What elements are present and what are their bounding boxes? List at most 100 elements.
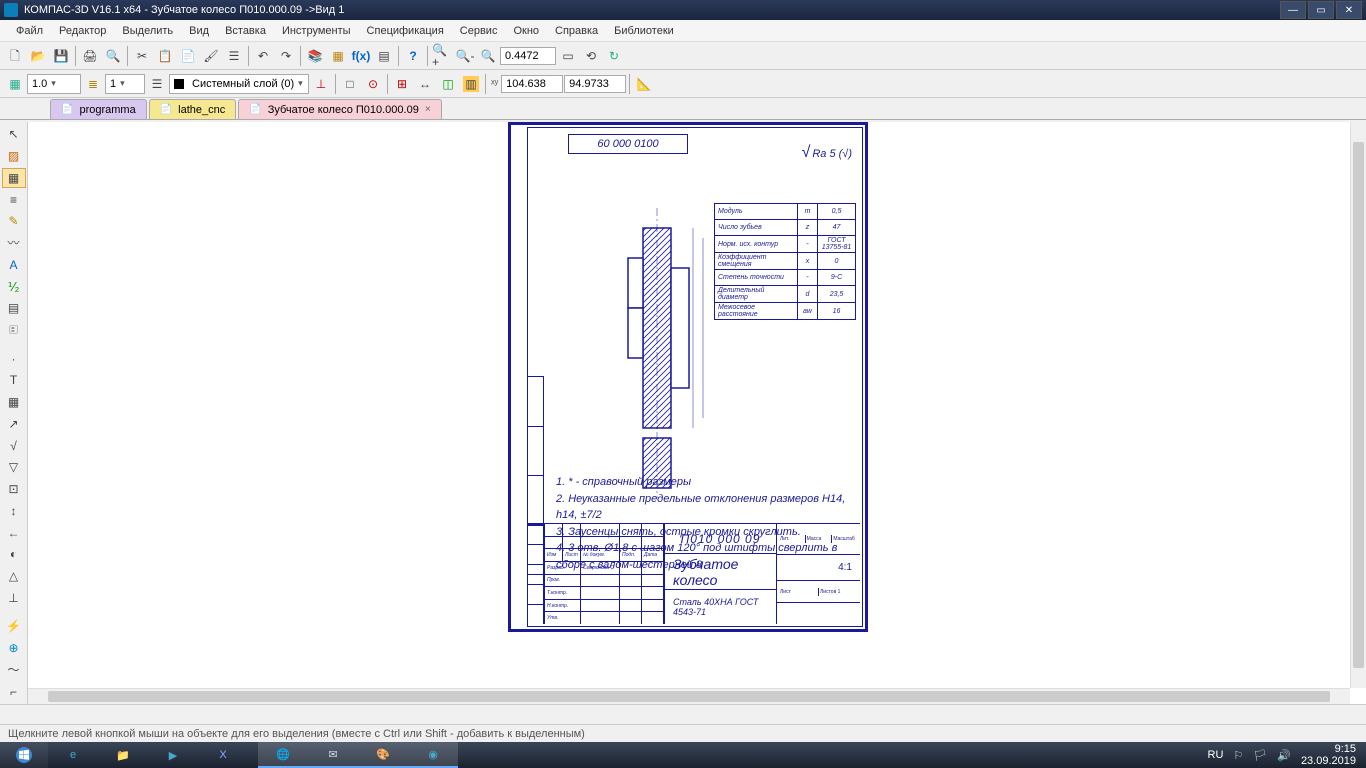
menu-help[interactable]: Справка <box>547 23 606 39</box>
step-combo[interactable]: 1.0 <box>27 74 81 94</box>
snap-toggle-button[interactable]: ⊞ <box>391 73 413 95</box>
tray-date[interactable]: 23.09.2019 <box>1301 755 1356 767</box>
layer-combo[interactable]: Системный слой (0) <box>169 74 309 94</box>
zoom-input[interactable] <box>500 47 556 65</box>
cut-line-button[interactable]: ↕ <box>2 501 26 522</box>
ortho-button[interactable]: □ <box>339 73 361 95</box>
fx-button[interactable]: f(x) <box>350 45 372 67</box>
cut-button[interactable]: ✂ <box>131 45 153 67</box>
tolerance-button[interactable]: ⊡ <box>2 479 26 500</box>
centermark-button[interactable]: ⊕ <box>2 638 26 659</box>
taskbar-chrome[interactable]: 🌐 <box>258 742 308 768</box>
redo-button[interactable]: ↷ <box>275 45 297 67</box>
library-button[interactable]: 📚 <box>304 45 326 67</box>
tray-time[interactable]: 9:15 <box>1301 743 1356 755</box>
hatch-button[interactable]: ▨ <box>2 146 26 167</box>
taskbar-kompas[interactable]: ◉ <box>408 742 458 768</box>
view-arrow-button[interactable]: ← <box>2 522 26 543</box>
geometry-button[interactable]: ▦ <box>2 168 26 189</box>
spec-button[interactable]: 🗉 <box>2 320 26 341</box>
tray-flag-icon[interactable]: 🏳 <box>1253 749 1267 762</box>
tray-lang[interactable]: RU <box>1208 749 1224 761</box>
tray-action-icon[interactable]: ⚐ <box>1233 749 1243 762</box>
taskbar-media[interactable]: ▶ <box>148 742 198 768</box>
taskbar-ie[interactable]: e <box>48 742 98 768</box>
zoom-prev-button[interactable]: ⟲ <box>580 45 602 67</box>
menu-file[interactable]: Файл <box>8 23 51 39</box>
close-button[interactable]: ✕ <box>1336 1 1362 19</box>
scrollbar-horizontal[interactable] <box>28 688 1350 704</box>
snap-combo[interactable]: 1 <box>105 74 145 94</box>
annot-button[interactable]: ⅟₂ <box>2 276 26 297</box>
menu-spec[interactable]: Спецификация <box>359 23 452 39</box>
measure-button[interactable]: 📐 <box>633 73 655 95</box>
taskbar-mail[interactable]: ✉ <box>308 742 358 768</box>
detail-button[interactable]: ◐ <box>2 544 26 565</box>
grid-button[interactable]: ▦ <box>4 73 26 95</box>
menu-tools[interactable]: Инструменты <box>274 23 359 39</box>
param-button[interactable]: ▥ <box>460 73 482 95</box>
rough-button[interactable]: √ <box>2 435 26 456</box>
save-button[interactable]: 💾 <box>50 45 72 67</box>
axis-button[interactable]: ⊥ <box>2 588 26 609</box>
text2-button[interactable]: T <box>2 370 26 391</box>
menu-select[interactable]: Выделить <box>114 23 181 39</box>
coord-x-input[interactable] <box>501 75 563 93</box>
print-button[interactable]: 🖨 <box>79 45 101 67</box>
props-button[interactable]: ☰ <box>223 45 245 67</box>
arrow-button[interactable]: ↖ <box>2 124 26 145</box>
spline-button[interactable]: 〰 <box>2 233 26 254</box>
maximize-button[interactable]: ▭ <box>1308 1 1334 19</box>
leader-button[interactable]: ↗ <box>2 414 26 435</box>
dim-button[interactable]: ↔ <box>414 73 436 95</box>
zoom-out-button[interactable]: 🔍- <box>454 45 476 67</box>
dim2-button[interactable]: ≡ <box>2 189 26 210</box>
round-button[interactable]: ⊙ <box>362 73 384 95</box>
tab-programma[interactable]: 📄 programma <box>50 99 147 119</box>
tray-sound-icon[interactable]: 🔊 <box>1277 749 1291 762</box>
restrict-button[interactable]: ◫ <box>437 73 459 95</box>
table-button[interactable]: ▤ <box>2 298 26 319</box>
preview-button[interactable]: 🔍 <box>102 45 124 67</box>
coord-y-input[interactable] <box>564 75 626 93</box>
tab-lathe-cnc[interactable]: 📄 lathe_cnc <box>149 99 237 119</box>
canvas-area[interactable]: 60 000 0100 Ra 5 (√) <box>28 122 1366 704</box>
menu-libraries[interactable]: Библиотеки <box>606 23 682 39</box>
edit-button[interactable]: ✎ <box>2 211 26 232</box>
menu-view[interactable]: Вид <box>181 23 217 39</box>
menu-editor[interactable]: Редактор <box>51 23 114 39</box>
minimize-button[interactable]: — <box>1280 1 1306 19</box>
paste-button[interactable]: 📄 <box>177 45 199 67</box>
point-button[interactable]: · <box>2 348 26 369</box>
start-button[interactable] <box>0 742 48 768</box>
layers-button[interactable]: ≣ <box>82 73 104 95</box>
zoom-fit-button[interactable]: 🔍 <box>477 45 499 67</box>
text-button[interactable]: A <box>2 255 26 276</box>
library-mgr-button[interactable]: ▦ <box>327 45 349 67</box>
menu-insert[interactable]: Вставка <box>217 23 274 39</box>
tab-gear-wheel[interactable]: 📄 Зубчатое колесо П010.000.09 × <box>238 99 441 119</box>
taskbar-app-x[interactable]: X <box>198 742 248 768</box>
lcs-button[interactable]: ⊥ <box>310 73 332 95</box>
zoom-sel-button[interactable]: ▭ <box>557 45 579 67</box>
input2-button[interactable]: ⌐ <box>2 681 26 702</box>
table2-button[interactable]: ▦ <box>2 392 26 413</box>
help-button[interactable]: ? <box>402 45 424 67</box>
zoom-in-button[interactable]: 🔍+ <box>431 45 453 67</box>
open-button[interactable]: 📂 <box>27 45 49 67</box>
base-button[interactable]: ▽ <box>2 457 26 478</box>
taskbar-paint[interactable]: 🎨 <box>358 742 408 768</box>
layer-button[interactable]: ☰ <box>146 73 168 95</box>
tab-close-icon[interactable]: × <box>425 104 431 115</box>
menu-window[interactable]: Окно <box>505 23 547 39</box>
copy-button[interactable]: 📋 <box>154 45 176 67</box>
taskbar-explorer[interactable]: 📁 <box>98 742 148 768</box>
bolt-button[interactable]: ⚡ <box>2 616 26 637</box>
scrollbar-vertical[interactable] <box>1350 122 1366 688</box>
undo-button[interactable]: ↶ <box>252 45 274 67</box>
new-button[interactable]: 🗋 <box>4 45 26 67</box>
variables-button[interactable]: ▤ <box>373 45 395 67</box>
wave-button[interactable]: 〜 <box>2 659 26 680</box>
brush-button[interactable]: 🖌 <box>200 45 222 67</box>
center-button[interactable]: △ <box>2 566 26 587</box>
